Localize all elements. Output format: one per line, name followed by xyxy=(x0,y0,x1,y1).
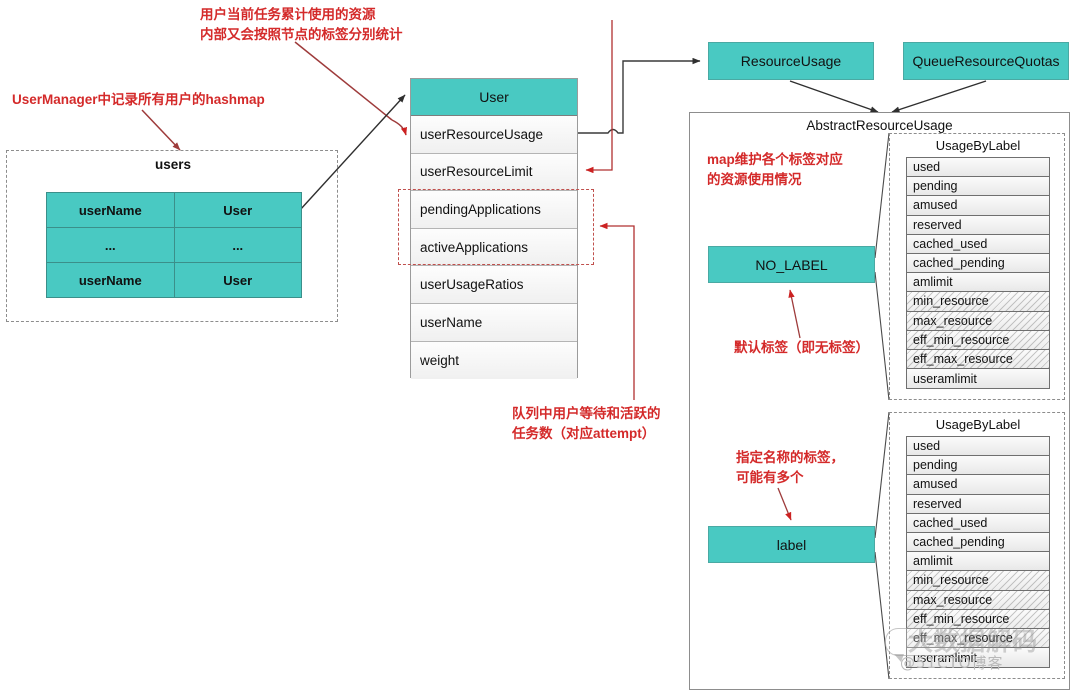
usage-row-amlimit: amlimit xyxy=(907,273,1049,293)
cell-key: userName xyxy=(46,262,175,298)
cell-value: User xyxy=(173,262,302,298)
user-field-userResourceLimit: userResourceLimit xyxy=(411,153,577,192)
user-field-userName: userName xyxy=(411,303,577,342)
cell-value: User xyxy=(173,192,302,228)
user-class-header: User xyxy=(411,79,577,116)
users-hashmap-container: users userName User ... ... userName Use… xyxy=(6,150,338,322)
usage-row-max_resource: max_resource xyxy=(907,311,1049,331)
table-row: ... ... xyxy=(46,227,302,263)
usage-row-eff_min_resource: eff_min_resource xyxy=(907,330,1049,350)
table-row: userName User xyxy=(46,262,302,298)
usage-row-cached_pending: cached_pending xyxy=(907,253,1049,274)
annotation-user-manager-hashmap: UserManager中记录所有用户的hashmap xyxy=(12,92,265,107)
users-map-table: userName User ... ... userName User xyxy=(46,192,302,298)
usage-row-cached_used: cached_used xyxy=(907,513,1049,533)
usage-row-amused: amused xyxy=(907,475,1049,495)
usage-row-min_resource: min_resource xyxy=(907,292,1049,312)
no-label-box: NO_LABEL xyxy=(708,246,875,283)
cell-key: ... xyxy=(46,227,175,263)
label-box: label xyxy=(708,526,875,563)
user-field-userUsageRatios: userUsageRatios xyxy=(411,266,577,304)
usage-row-used: used xyxy=(907,158,1049,178)
usage-row-pending: pending xyxy=(907,177,1049,197)
users-map-title: users xyxy=(154,157,192,172)
leader-user-resource-usage-hook xyxy=(391,119,408,136)
usage-row-eff_max_resource: eff_max_resource xyxy=(907,349,1049,370)
abstract-resource-usage-title: AbstractResourceUsage xyxy=(806,118,953,133)
usage-by-label-table-1: used pending amused reserved cached_used cach… xyxy=(906,157,1050,390)
edge-limit-red xyxy=(585,20,613,174)
usage-row-amlimit: amlimit xyxy=(907,552,1049,572)
edge-attempt-red xyxy=(599,222,635,400)
usage-row-reserved: reserved xyxy=(907,494,1049,514)
leader-usermanager xyxy=(141,109,181,151)
user-field-userResourceUsage: userResourceUsage xyxy=(411,116,577,154)
edge-resourceusage-to-aru xyxy=(789,80,879,113)
user-field-weight: weight xyxy=(411,341,577,380)
usage-row-max_resource: max_resource xyxy=(907,590,1049,610)
applications-highlight-box xyxy=(398,189,594,265)
usage-row-pending: pending xyxy=(907,456,1049,476)
usage-row-reserved: reserved xyxy=(907,215,1049,235)
usage-row-amused: amused xyxy=(907,196,1049,216)
resource-usage-box: ResourceUsage xyxy=(708,42,874,80)
usage-row-cached_pending: cached_pending xyxy=(907,532,1049,553)
table-row: userName User xyxy=(46,192,302,228)
edge-quotas-to-aru xyxy=(891,80,987,113)
usage-row-useramlimit: useramlimit xyxy=(907,369,1049,389)
diagram-canvas: 用户当前任务累计使用的资源 内部又会按照节点的标签分别统计 UserManage… xyxy=(0,0,1080,693)
cell-value: ... xyxy=(173,227,302,263)
queue-resource-quotas-box: QueueResourceQuotas xyxy=(903,42,1069,80)
users-map-body: userName User ... ... userName User xyxy=(46,192,302,298)
cell-key: userName xyxy=(46,192,175,228)
usage-by-label-title: UsageByLabel xyxy=(935,417,1021,432)
usage-row-cached_used: cached_used xyxy=(907,234,1049,254)
usage-row-min_resource: min_resource xyxy=(907,571,1049,591)
usage-by-label-container-1: UsageByLabel used pending amused reserved ca… xyxy=(889,133,1065,400)
edge-usage-to-resourceusage xyxy=(578,57,701,134)
usage-by-label-title: UsageByLabel xyxy=(935,138,1021,153)
watermark-site-text: @51CTO博客 xyxy=(900,654,1004,672)
usage-row-used: used xyxy=(907,437,1049,457)
annotation-user-resource-usage: 用户当前任务累计使用的资源 内部又会按照节点的标签分别统计 xyxy=(200,7,403,42)
